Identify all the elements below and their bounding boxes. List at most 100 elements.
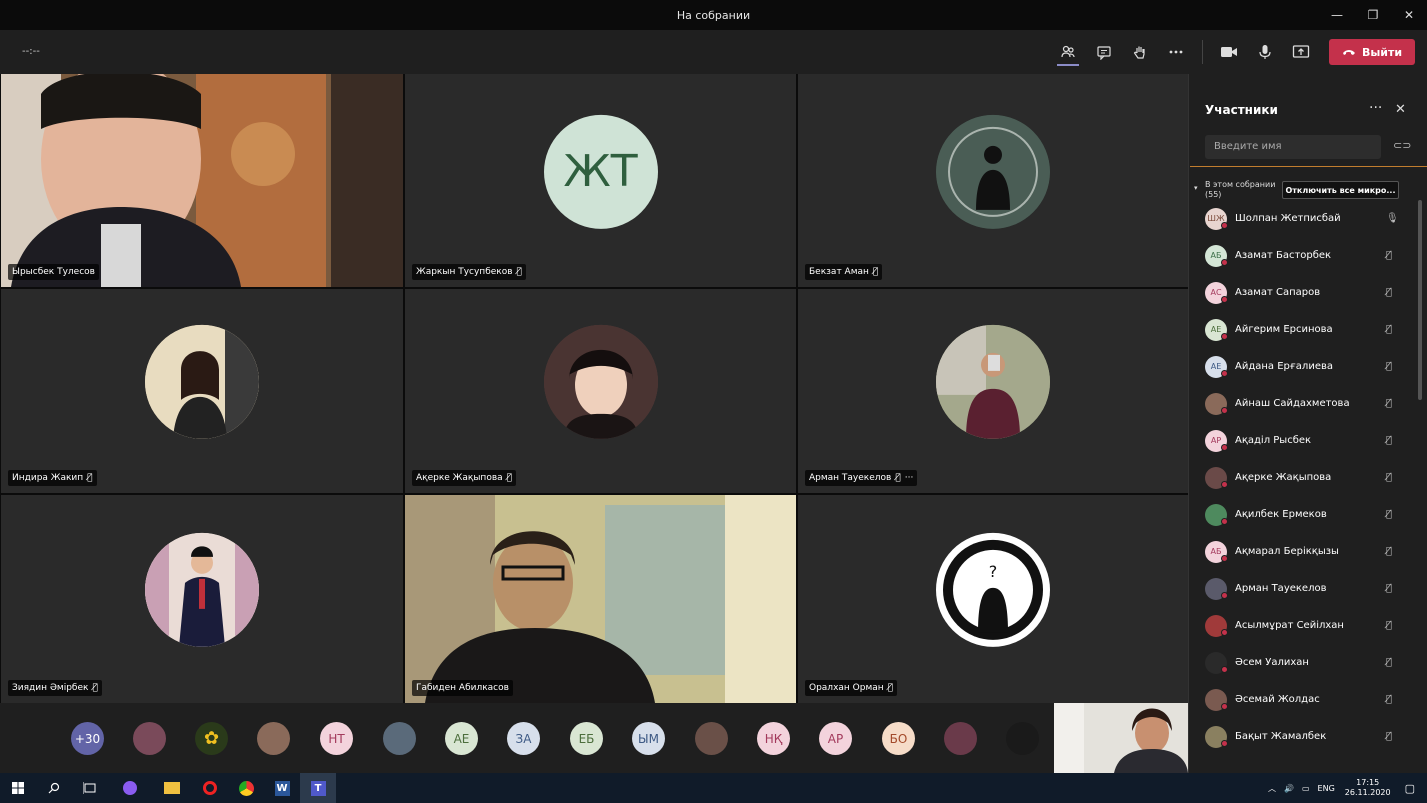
participant-list-item[interactable]: Арман Тауекелов 🎙̸ xyxy=(1189,570,1417,607)
strip-avatar[interactable] xyxy=(944,722,977,755)
raise-hand-button[interactable] xyxy=(1122,30,1158,74)
restore-button[interactable]: ❐ xyxy=(1355,0,1391,30)
participant-list-item[interactable]: АЕ Айгерим Ерсинова 🎙̸ xyxy=(1189,311,1417,348)
participant-list-item[interactable]: Әсем Уалихан 🎙̸ xyxy=(1189,644,1417,681)
close-window-button[interactable]: ✕ xyxy=(1391,0,1427,30)
strip-avatar[interactable] xyxy=(383,722,416,755)
participant-list-item[interactable]: Ақерке Жақыпова 🎙̸ xyxy=(1189,459,1417,496)
panel-more-button[interactable]: ··· xyxy=(1369,100,1382,116)
teams-app-button[interactable]: T xyxy=(300,773,336,803)
microphone-button[interactable] xyxy=(1247,30,1283,74)
participant-list-item[interactable]: АБ Азамат Басторбек 🎙̸ xyxy=(1189,237,1417,274)
language-indicator[interactable]: ENG xyxy=(1318,784,1335,793)
status-dot-icon xyxy=(1221,444,1228,451)
volume-icon[interactable]: 🔊 xyxy=(1284,784,1294,793)
notifications-icon[interactable]: ▢ xyxy=(1405,782,1415,795)
participant-list-item[interactable]: АЕ Айдана Ерғалиева 🎙̸ xyxy=(1189,348,1417,385)
tray-overflow-icon[interactable]: ︿ xyxy=(1268,783,1276,794)
status-dot-icon xyxy=(1221,296,1228,303)
strip-avatar[interactable]: АЕ xyxy=(445,722,478,755)
section-header[interactable]: ▾ В этом собрании (55) xyxy=(1194,180,1276,200)
video-tile[interactable]: ? Оралхан Орман 🎙̸ xyxy=(798,495,1188,703)
search-button[interactable] xyxy=(36,773,72,803)
participant-name: Ақерке Жақыпова xyxy=(1235,472,1332,483)
participant-search-input[interactable]: Введите имя xyxy=(1205,135,1381,159)
participant-list-item[interactable]: АР Ақаділ Рысбек 🎙̸ xyxy=(1189,422,1417,459)
video-tile[interactable]: Ырысбек Тулесов xyxy=(1,74,403,287)
section-title: В этом собрании xyxy=(1205,180,1276,189)
participant-list-item[interactable]: Айнаш Сайдахметова 🎙̸ xyxy=(1189,385,1417,422)
participant-strip: +30 ✿ НТ АЕ ЗА ЕБ ЫМ НҚ АР БО xyxy=(0,703,1188,773)
video-tile[interactable]: ЖТ Жаркын Тусупбеков 🎙̸ xyxy=(405,74,796,287)
mic-off-icon: 🎙̸ xyxy=(895,473,901,483)
avatar-initials: ЫМ xyxy=(638,731,659,746)
explorer-app-button[interactable] xyxy=(154,773,190,803)
panel-close-button[interactable]: ✕ xyxy=(1395,102,1406,117)
strip-avatar[interactable] xyxy=(1006,722,1039,755)
strip-avatar[interactable]: ЗА xyxy=(507,722,540,755)
task-view-button[interactable] xyxy=(72,773,108,803)
strip-avatar[interactable] xyxy=(133,722,166,755)
participant-list-item[interactable]: ШЖ Шолпан Жетписбай 🎙 xyxy=(1189,200,1417,237)
avatar-initials: НТ xyxy=(328,731,345,746)
mic-off-icon: 🎙̸ xyxy=(1386,509,1393,520)
word-app-button[interactable]: W xyxy=(264,773,300,803)
chat-button[interactable] xyxy=(1086,30,1122,74)
share-screen-button[interactable] xyxy=(1283,30,1319,74)
window-title: На собрании xyxy=(676,8,751,22)
mic-off-icon: 🎙̸ xyxy=(1386,324,1393,335)
strip-avatar[interactable]: НТ xyxy=(320,722,353,755)
camera-button[interactable] xyxy=(1211,30,1247,74)
strip-avatar[interactable]: НҚ xyxy=(757,722,790,755)
alice-app-button[interactable] xyxy=(112,773,148,803)
avatar-initials: БО xyxy=(889,731,908,746)
strip-avatar[interactable]: ✿ xyxy=(195,722,228,755)
network-icon[interactable]: ▭ xyxy=(1302,784,1310,793)
mute-all-button[interactable]: Отключить все микро... xyxy=(1282,181,1399,199)
participant-list-item[interactable]: Бақыт Жамалбек 🎙̸ xyxy=(1189,718,1417,755)
participant-name: Айдана Ерғалиева xyxy=(1235,361,1333,372)
opera-app-button[interactable] xyxy=(192,773,228,803)
strip-avatar[interactable] xyxy=(257,722,290,755)
more-actions-button[interactable] xyxy=(1158,30,1194,74)
video-tile[interactable]: Бекзат Аман 🎙̸ xyxy=(798,74,1188,287)
more-options-icon[interactable]: ··· xyxy=(905,473,914,483)
opera-icon xyxy=(203,781,217,795)
participant-list-item[interactable]: Әсемай Жолдас 🎙̸ xyxy=(1189,681,1417,718)
participant-name: Азамат Сапаров xyxy=(1235,287,1321,298)
participant-name: Айгерим Ерсинова xyxy=(1235,324,1333,335)
mic-off-icon: 🎙̸ xyxy=(87,473,93,483)
participant-list-item[interactable]: Асылмұрат Сейілхан 🎙̸ xyxy=(1189,607,1417,644)
word-icon: W xyxy=(274,780,290,796)
overflow-count-avatar[interactable]: +30 xyxy=(71,722,104,755)
participants-toggle-button[interactable] xyxy=(1050,30,1086,74)
start-button[interactable] xyxy=(0,773,36,803)
strip-avatar[interactable]: АР xyxy=(819,722,852,755)
avatar-initials: АР xyxy=(827,731,844,746)
strip-avatar[interactable]: БО xyxy=(882,722,915,755)
panel-scrollbar[interactable] xyxy=(1418,200,1422,400)
clock-time: 17:15 xyxy=(1356,778,1380,787)
strip-avatar[interactable] xyxy=(695,722,728,755)
strip-avatar[interactable]: ЕБ xyxy=(570,722,603,755)
video-tile[interactable]: Индира Жакип 🎙̸ xyxy=(1,289,403,493)
participant-name: Ақаділ Рысбек xyxy=(1235,435,1312,446)
participant-list-item[interactable]: Ақилбек Ермеков 🎙̸ xyxy=(1189,496,1417,533)
participant-list-item[interactable]: АБ Ақмарал Берікқызы 🎙̸ xyxy=(1189,533,1417,570)
participant-nametag: Ақерке Жақыпова 🎙̸ xyxy=(412,470,517,486)
mic-off-icon: 🎙̸ xyxy=(1386,287,1393,298)
leave-button[interactable]: Выйти xyxy=(1329,39,1415,65)
mic-off-icon: 🎙̸ xyxy=(1386,250,1393,261)
participant-name: Зиядин Әмірбек xyxy=(12,683,89,693)
share-invite-icon[interactable]: ⊂⊃ xyxy=(1393,139,1411,152)
minimize-button[interactable]: — xyxy=(1319,0,1355,30)
strip-avatar[interactable]: ЫМ xyxy=(632,722,665,755)
participant-name: Бақыт Жамалбек xyxy=(1235,731,1327,742)
video-tile[interactable]: Габиден Абилкасов xyxy=(405,495,796,703)
chrome-app-button[interactable] xyxy=(228,773,264,803)
clock[interactable]: 17:15 26.11.2020 xyxy=(1345,778,1391,798)
video-tile[interactable]: Арман Тауекелов 🎙̸ ··· xyxy=(798,289,1188,493)
participant-list-item[interactable]: АС Азамат Сапаров 🎙̸ xyxy=(1189,274,1417,311)
video-tile[interactable]: Ақерке Жақыпова 🎙̸ xyxy=(405,289,796,493)
video-tile[interactable]: Зиядин Әмірбек 🎙̸ xyxy=(1,495,403,703)
